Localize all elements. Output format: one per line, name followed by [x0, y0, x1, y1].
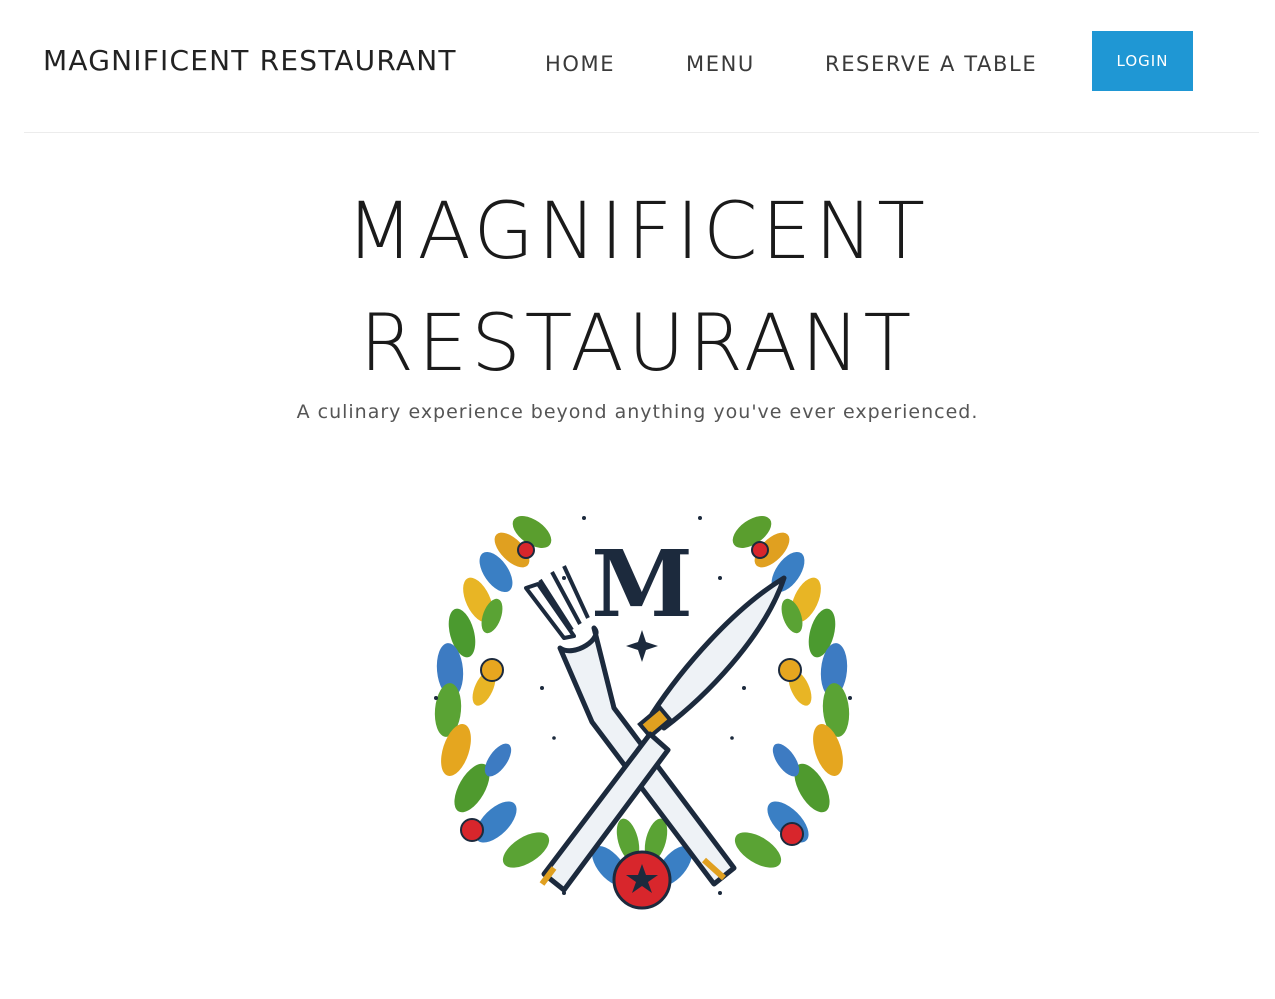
- hero-title: MAGNIFICENT RESTAURANT: [0, 176, 1275, 400]
- restaurant-logo-emblem: M: [434, 516, 852, 910]
- monogram-m-icon: M: [591, 530, 693, 662]
- wreath-right: [732, 516, 850, 868]
- hero-tagline: A culinary experience beyond anything yo…: [296, 401, 979, 423]
- nav-link-reserve-table[interactable]: RESERVE A TABLE: [825, 52, 1037, 76]
- login-button[interactable]: LOGIN: [1092, 31, 1193, 91]
- nav-link-menu[interactable]: MENU: [686, 52, 755, 76]
- hero-title-line1: MAGNIFICENT: [346, 187, 929, 277]
- navbar: MAGNIFICENT RESTAURANT HOME MENU RESERVE…: [0, 0, 1275, 132]
- hero-title-line2: RESTAURANT: [359, 299, 916, 389]
- svg-text:M: M: [591, 530, 693, 638]
- nav-link-home[interactable]: HOME: [545, 52, 615, 76]
- header-divider: [24, 132, 1259, 133]
- wreath-left: [434, 516, 552, 868]
- brand-link[interactable]: MAGNIFICENT RESTAURANT: [43, 44, 457, 77]
